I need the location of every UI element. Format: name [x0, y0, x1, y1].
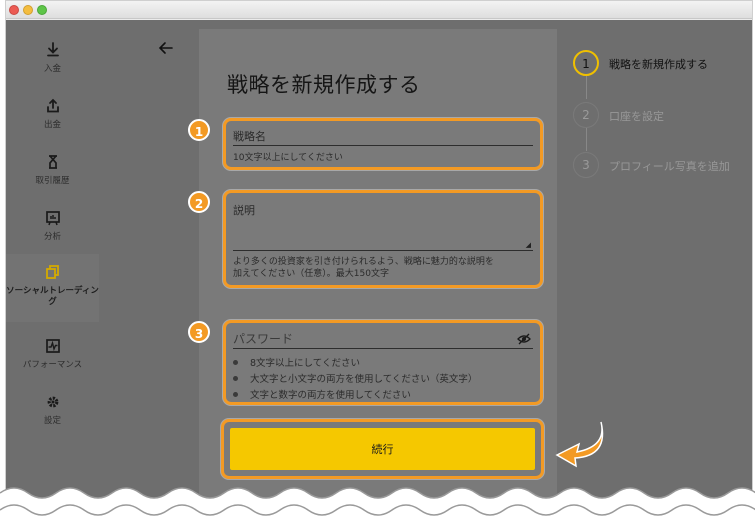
step-badge-1: 1 [188, 119, 210, 141]
form-panel: 戦略を新規作成する 戦略名 10文字以上にしてください 説明 ◢ より多くの投資… [199, 29, 557, 527]
sidebar-item-history[interactable]: 取引履歴 [6, 144, 99, 204]
step-number: 2 [573, 102, 599, 128]
continue-button-highlight: 続行 [221, 419, 544, 479]
minimize-window-button[interactable] [23, 5, 33, 15]
continue-button[interactable]: 続行 [230, 428, 535, 470]
download-icon [46, 42, 59, 57]
step-connector [586, 76, 587, 99]
bullet-icon [233, 376, 238, 381]
strategy-name-field[interactable]: 戦略名 10文字以上にしてください [223, 118, 543, 170]
step-number: 1 [573, 50, 599, 76]
step-number: 3 [573, 152, 599, 178]
resize-handle-icon[interactable]: ◢ [526, 241, 531, 249]
copy-icon [45, 265, 59, 279]
close-window-button[interactable] [9, 5, 19, 15]
hourglass-icon [48, 155, 57, 169]
input-underline [233, 145, 533, 146]
step-item-profile-photo: 3 プロフィール写真を追加 [573, 152, 752, 178]
gear-icon [47, 396, 58, 408]
app-window: 入金 出金 取引履歴 分析 ソーシャルトレーディング パフォーマンス 設定 戦略… [5, 0, 753, 527]
password-rule: 大文字と小文字の両方を使用してください（英文字） [233, 371, 477, 385]
step-badge-3: 3 [188, 321, 210, 343]
torn-edge-decoration [0, 487, 755, 527]
sidebar-item-label: 設定 [43, 416, 61, 426]
window-titlebar [6, 1, 752, 19]
step-item-create-strategy: 1 戦略を新規作成する [573, 50, 752, 76]
chart-icon [45, 339, 60, 353]
maximize-window-button[interactable] [37, 5, 47, 15]
sidebar-item-label: 入金 [43, 64, 61, 74]
strategy-name-label: 戦略名 [233, 130, 266, 143]
bullet-icon [233, 392, 238, 397]
sidebar: 入金 出金 取引履歴 分析 ソーシャルトレーディング パフォーマンス 設定 [6, 20, 99, 527]
page-title: 戦略を新規作成する [227, 73, 421, 97]
description-helper-line2: 加えてください（任意）。最大150文字 [233, 269, 389, 279]
sidebar-item-settings[interactable]: 設定 [6, 384, 99, 444]
step-connector [586, 128, 587, 151]
password-underline [233, 348, 533, 349]
sidebar-item-label: 分析 [43, 232, 61, 242]
password-placeholder: パスワード [233, 332, 294, 346]
password-field[interactable]: パスワード 8文字以上にしてください 大文字と小文字の両方を使用してください（英… [223, 320, 543, 405]
description-label: 説明 [233, 204, 255, 217]
arrow-left-icon[interactable] [156, 38, 176, 58]
sidebar-item-analysis[interactable]: 分析 [6, 200, 99, 260]
pointer-arrow-icon [555, 421, 604, 468]
sidebar-item-label: パフォーマンス [22, 360, 83, 370]
strategy-name-helper: 10文字以上にしてください [233, 153, 343, 163]
sidebar-item-performance[interactable]: パフォーマンス [6, 328, 99, 388]
step-label: 口座を設定 [609, 110, 664, 123]
sidebar-item-label: 取引履歴 [35, 176, 70, 186]
step-label: 戦略を新規作成する [609, 58, 708, 71]
bullet-icon [233, 360, 238, 365]
sidebar-item-label: ソーシャルトレーディング [6, 286, 99, 307]
step-item-account-settings: 2 口座を設定 [573, 102, 752, 128]
textarea-underline [233, 250, 533, 251]
password-rule: 文字と数字の両方を使用してください [233, 387, 411, 401]
password-rule: 8文字以上にしてください [233, 355, 360, 369]
step-badge-2: 2 [188, 191, 210, 213]
eye-off-icon[interactable] [517, 333, 531, 345]
description-helper-line1: より多くの投資家を引き付けられるよう、戦略に魅力的な説明を [233, 257, 494, 267]
presentation-icon [45, 211, 60, 226]
step-label: プロフィール写真を追加 [609, 160, 730, 173]
description-field[interactable]: 説明 ◢ より多くの投資家を引き付けられるよう、戦略に魅力的な説明を 加えてくだ… [223, 190, 543, 288]
sidebar-item-deposit[interactable]: 入金 [6, 32, 99, 92]
app-content: 入金 出金 取引履歴 分析 ソーシャルトレーディング パフォーマンス 設定 戦略… [6, 20, 752, 527]
sidebar-item-withdraw[interactable]: 出金 [6, 88, 99, 148]
sidebar-item-social-trading[interactable]: ソーシャルトレーディング [6, 254, 99, 322]
upload-icon [46, 98, 59, 113]
sidebar-item-label: 出金 [43, 120, 61, 130]
